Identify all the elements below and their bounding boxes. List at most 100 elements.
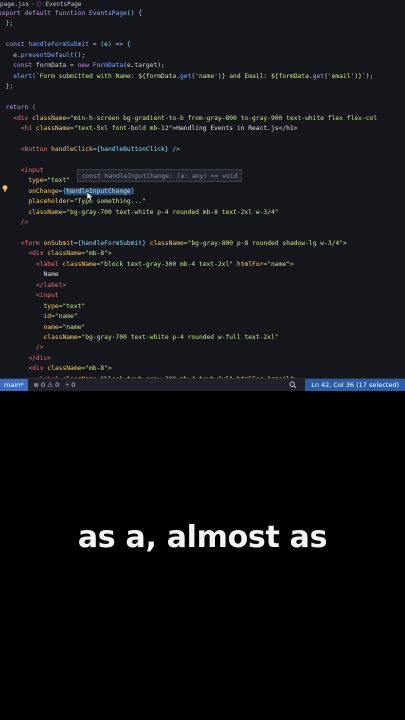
code-token: FormData [92, 62, 124, 70]
code-token: <Button [0, 145, 52, 153]
code-line[interactable]: }; [0, 82, 14, 92]
code-token: ="name" [51, 313, 78, 321]
code-token: (); [73, 51, 86, 59]
cursor-position[interactable]: Ln 42, Col 36 (17 selected) [305, 379, 405, 391]
code-line[interactable]: className="bg-gray-700 text-white p-4 ro… [0, 333, 279, 343]
code-token: ="block text-gray-300 mb-4 text-2xl" [96, 260, 237, 268]
code-token: const [0, 41, 29, 49]
code-line[interactable]: export default function EventsPage() { [0, 9, 142, 19]
code-token: ="bg-gray-700 text-white p-4 rounded w-f… [77, 333, 279, 341]
code-token: className [35, 124, 71, 132]
code-token: </label> [0, 281, 67, 289]
code-token: = (e) => { [89, 41, 131, 49]
code-token: className [0, 333, 78, 341]
code-line[interactable]: <div className="mb-8"> [0, 364, 112, 374]
code-token: handleFormSubmit [28, 41, 90, 49]
code-line[interactable]: type="text" [0, 176, 70, 186]
code-line[interactable]: const formData = new FormData(e.target); [0, 61, 165, 71]
code-token: className [47, 250, 82, 258]
code-editor[interactable]: page.jsx › ⬡ EventsPage export default fun… [0, 0, 405, 378]
code-token: className [62, 260, 97, 268]
code-line[interactable]: </label> [0, 281, 66, 291]
code-token: const [0, 62, 36, 70]
code-token: <div [0, 114, 33, 122]
code-token: e. [0, 51, 21, 59]
mouse-pointer-icon [87, 192, 95, 202]
code-line[interactable]: <form onSubmit={handleFormSubmit} classN… [0, 239, 347, 249]
code-token: <h1 [0, 124, 36, 132]
code-token: type [0, 302, 59, 310]
code-token: <input [0, 166, 44, 174]
code-token: get [312, 72, 325, 80]
code-line[interactable]: e.preventDefault(); [0, 51, 85, 61]
branch-indicator[interactable]: main* [0, 379, 28, 391]
search-icon[interactable] [289, 379, 297, 391]
code-token: } [130, 187, 135, 195]
code-token: id [0, 313, 52, 321]
code-line[interactable]: const handleFormSubmit = (e) => { [0, 40, 131, 50]
code-token: ="bg-gray-800 p-8 rounded shadow-lg w-3/… [183, 239, 347, 247]
code-line[interactable]: }; [0, 19, 14, 29]
code-token: `Form submitted with Name: ${formData. [35, 72, 180, 80]
code-token: preventDefault [20, 51, 74, 59]
code-token: return ( [0, 104, 36, 112]
code-line[interactable]: <div className="mb-8"> [0, 249, 112, 259]
code-line[interactable]: <Button handleClick={handleButtonClick} … [0, 145, 180, 155]
code-token: }; [5, 83, 14, 91]
code-token: >Handling Events in React.js</h1> [172, 124, 298, 132]
code-token: EventsPage [89, 10, 127, 17]
code-line[interactable]: return ( [0, 103, 36, 113]
code-token: ="mb-8"> [81, 365, 112, 373]
code-line[interactable]: /> [0, 343, 44, 353]
code-token: className [0, 208, 63, 216]
code-token: <label [0, 260, 63, 268]
code-line[interactable]: <h1 className="text-5xl font-bold mb-12"… [0, 124, 298, 134]
code-token: ('name')} and Email: ${formData. [191, 72, 313, 80]
code-token: onSubmit [43, 239, 74, 247]
code-line[interactable]: Name [0, 270, 59, 280]
code-token: /> [0, 219, 29, 226]
breadcrumb-symbol[interactable]: EventsPage [45, 1, 81, 8]
status-bar: main* ⊗ 0 ⚠ 0 ⑂ 0 Ln 42, Col 36 (17 sele… [0, 378, 405, 391]
code-token: handleInputChange [66, 187, 131, 195]
code-token: placeholder [0, 198, 71, 206]
code-token: get [179, 72, 192, 80]
code-line[interactable]: /> [0, 218, 29, 228]
code-token: className [32, 114, 67, 122]
code-line[interactable]: onChange={handleInputChange} [0, 187, 135, 197]
code-token: ="text" [58, 302, 86, 310]
breadcrumb-separator: › [30, 1, 35, 8]
code-token: export default function [0, 10, 89, 17]
code-line[interactable]: id="name" [0, 312, 78, 322]
code-token: className [47, 365, 82, 373]
code-token: className [149, 239, 184, 247]
code-line[interactable]: <input [0, 166, 44, 176]
code-line[interactable]: type="text" [0, 302, 85, 312]
code-token: ="name"> [263, 260, 294, 268]
code-line[interactable]: name="name" [0, 323, 85, 333]
breadcrumb: page.jsx › ⬡ EventsPage [0, 0, 405, 9]
code-line[interactable]: placeholder="Type something..." [0, 197, 146, 207]
breadcrumb-file[interactable]: page.jsx [0, 1, 29, 8]
code-line[interactable]: <input [0, 291, 59, 301]
code-token: name [0, 323, 59, 331]
code-token: <div [0, 250, 48, 258]
code-token: <input [0, 292, 59, 300]
code-token: alert( [0, 72, 36, 80]
code-line[interactable]: className="bg-gray-700 text-white p-4 ro… [0, 208, 279, 218]
hover-tooltip: const handleInputChange: (e: any) => voi… [77, 169, 243, 182]
lightbulb-icon[interactable] [2, 185, 8, 192]
code-token: <form [0, 239, 44, 247]
ports-indicator[interactable]: ⑂ 0 [65, 379, 75, 391]
code-line[interactable]: alert(`Form submitted with Name: ${formD… [0, 72, 373, 82]
code-line[interactable]: <label className="block text-gray-300 mb… [0, 260, 294, 270]
problems-indicator[interactable]: ⊗ 0 ⚠ 0 [34, 379, 60, 391]
code-token: ="text-5xl font-bold mb-12" [70, 124, 173, 132]
video-caption: as a, almost as [77, 520, 328, 555]
code-token: (e.target); [123, 62, 165, 70]
code-token: ="bg-gray-700 text-white p-4 rounded mb-… [62, 208, 279, 216]
code-token: ="mb-8"> [81, 250, 112, 258]
code-line[interactable]: <div className="min-h-screen bg-gradient… [0, 114, 377, 124]
code-line[interactable]: </div> [0, 354, 51, 364]
code-token: Name [0, 271, 59, 279]
